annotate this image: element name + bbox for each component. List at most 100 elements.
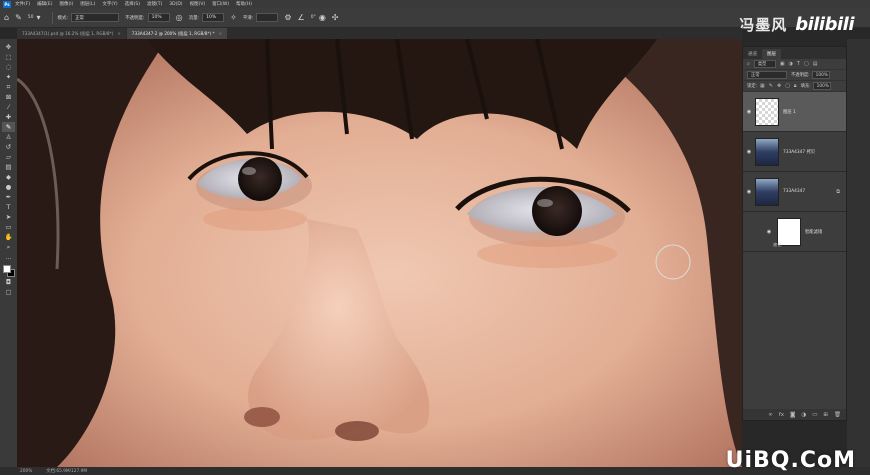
folder-icon[interactable]: ▭	[812, 412, 817, 418]
stamp-tool-icon[interactable]: ♙	[6, 132, 12, 142]
adjustment-filter-icon[interactable]: ◑	[789, 61, 793, 67]
brush-size[interactable]: 50	[28, 15, 34, 20]
layer-row[interactable]: ◉ 733A4347 拷贝	[743, 132, 846, 172]
opacity-field[interactable]: 10%	[147, 13, 170, 22]
hand-tool-icon[interactable]: ✋	[4, 232, 12, 242]
menu-file[interactable]: 文件(F)	[15, 1, 30, 7]
fill-field[interactable]: 100%	[812, 82, 831, 90]
mode-select[interactable]: 正常	[71, 13, 120, 22]
layer-row[interactable]: ◉ 图层 1	[743, 92, 846, 132]
layer-row[interactable]: ◉ 733A4347 ⧉	[743, 172, 846, 212]
smart-filter-row[interactable]: ◉ 智能滤镜 液化	[743, 212, 846, 252]
quick-select-tool-icon[interactable]: ✦	[6, 72, 11, 82]
lock-all-icon[interactable]: 🔒︎	[794, 83, 797, 89]
brush-preset-icon[interactable]: ▾	[37, 13, 41, 22]
watermark-name: 冯墨风	[739, 16, 788, 34]
tab-label: 733A4347(1).psd @ 16.2% (图层 1, RGB/8*)	[22, 30, 114, 36]
menu-3d[interactable]: 3D(D)	[169, 2, 182, 7]
tab-layers[interactable]: 图层	[762, 49, 781, 59]
brush-tool-icon[interactable]: ✎	[2, 122, 15, 132]
menu-bar: Ps 文件(F) 编辑(E) 图像(I) 图层(L) 文字(Y) 选择(S) 滤…	[0, 0, 870, 8]
tools-panel: ✥ ⬚ ◌ ✦ ⌗ ⊠ ⁄ ✚ ✎ ♙ ↺ ▱ ▤ ◆ ● ✒ T ➤ ▭ ✋ …	[0, 39, 17, 467]
angle-value[interactable]: 0°	[311, 15, 316, 20]
home-icon[interactable]: ⌂	[4, 13, 9, 22]
menu-view[interactable]: 视图(V)	[190, 1, 206, 7]
panel-tabs: 通道 图层	[743, 47, 846, 59]
tab-document-2[interactable]: 733A4347-2 @ 200% (图层 1, RGB/8*) * ×	[126, 28, 228, 39]
airbrush-icon[interactable]: ✧	[230, 13, 237, 22]
smart-filter-icon[interactable]: ▤	[813, 61, 818, 67]
marquee-tool-icon[interactable]: ⬚	[5, 52, 11, 62]
screen-mode-icon[interactable]: ▢	[5, 287, 11, 297]
gradient-tool-icon[interactable]: ▤	[5, 162, 11, 172]
photoshop-logo: Ps	[3, 0, 11, 8]
move-tool-icon[interactable]: ✥	[6, 42, 11, 52]
close-icon[interactable]: ×	[219, 31, 223, 36]
photo-canvas[interactable]	[17, 39, 742, 467]
pixel-filter-icon[interactable]: ▣	[780, 61, 785, 67]
eyedropper-tool-icon[interactable]: ⁄	[8, 102, 9, 112]
healing-tool-icon[interactable]: ✚	[6, 112, 11, 122]
eye-icon[interactable]: ◉	[743, 149, 755, 155]
type-filter-icon[interactable]: T	[797, 61, 800, 67]
lock-image-icon[interactable]: ✎	[769, 83, 773, 89]
zoom-tool-icon[interactable]: ⌕	[7, 242, 11, 252]
liquify-filter-name[interactable]: 液化	[773, 242, 781, 248]
history-brush-tool-icon[interactable]: ↺	[6, 142, 11, 152]
opacity-label: 不透明度:	[125, 15, 145, 21]
zoom-level[interactable]: 200%	[20, 469, 32, 474]
foreground-color-swatch[interactable]	[2, 265, 11, 273]
blend-mode-select[interactable]: 正常	[747, 71, 787, 79]
menu-image[interactable]: 图像(I)	[59, 1, 73, 7]
pen-tool-icon[interactable]: ✒	[6, 192, 11, 202]
quick-mask-icon[interactable]: ◘	[6, 277, 11, 287]
mask-icon[interactable]: ◙	[790, 412, 795, 418]
menu-window[interactable]: 窗口(W)	[212, 1, 229, 7]
crop-tool-icon[interactable]: ⌗	[7, 82, 11, 92]
menu-layer[interactable]: 图层(L)	[80, 1, 95, 7]
color-swatches[interactable]	[2, 265, 15, 277]
eye-icon[interactable]: ◉	[743, 189, 755, 195]
eraser-tool-icon[interactable]: ▱	[6, 152, 11, 162]
shape-tool-icon[interactable]: ▭	[5, 222, 11, 232]
menu-type[interactable]: 文字(Y)	[102, 1, 117, 7]
pressure-opacity-icon[interactable]: ◎	[176, 13, 183, 22]
layer-thumbnail	[755, 137, 779, 166]
menu-help[interactable]: 帮助(H)	[236, 1, 252, 7]
blur-tool-icon[interactable]: ◆	[6, 172, 11, 182]
pressure-size-icon[interactable]: ◉	[319, 13, 326, 22]
path-select-tool-icon[interactable]: ➤	[6, 212, 11, 222]
close-icon[interactable]: ×	[117, 31, 121, 36]
lock-position-icon[interactable]: ✥	[777, 83, 781, 89]
brush-tool-icon[interactable]: ✎	[15, 13, 22, 22]
lock-transparent-icon[interactable]: ▦	[760, 83, 765, 89]
smooth-field[interactable]	[256, 13, 279, 22]
symmetry-icon[interactable]: ✣	[332, 13, 339, 22]
frame-tool-icon[interactable]: ⊠	[6, 92, 11, 102]
fx-icon[interactable]: fx	[779, 412, 784, 418]
gear-icon[interactable]: ⚙	[284, 13, 291, 22]
document-size: 文档:65.9M/127.9M	[46, 469, 88, 474]
menu-filter[interactable]: 滤镜(T)	[147, 1, 162, 7]
tab-document-1[interactable]: 733A4347(1).psd @ 16.2% (图层 1, RGB/8*) ×	[17, 28, 126, 39]
eye-icon[interactable]: ◉	[763, 229, 775, 235]
link-icon[interactable]: ∞	[768, 412, 773, 418]
shape-filter-icon[interactable]: ▢	[804, 61, 809, 67]
dodge-tool-icon[interactable]: ●	[6, 182, 12, 192]
layer-opacity-field[interactable]: 100%	[811, 71, 830, 79]
menu-select[interactable]: 选择(S)	[125, 1, 140, 7]
eye-icon[interactable]: ◉	[743, 109, 755, 115]
new-layer-icon[interactable]: ⊞	[823, 412, 828, 418]
tab-properties[interactable]: 通道	[743, 49, 762, 59]
blend-row: 正常 不透明度: 100%	[743, 70, 846, 81]
canvas-area[interactable]	[17, 39, 742, 467]
lasso-tool-icon[interactable]: ◌	[6, 62, 12, 72]
more-tools-icon[interactable]: …	[5, 252, 12, 262]
filter-kind-select[interactable]: 类型	[753, 60, 776, 68]
flow-field[interactable]: 10%	[202, 13, 225, 22]
lock-artboard-icon[interactable]: ▢	[785, 83, 790, 89]
adjustment-icon[interactable]: ◑	[801, 412, 806, 418]
menu-edit[interactable]: 编辑(E)	[37, 1, 52, 7]
trash-icon[interactable]: 🗑︎	[834, 412, 841, 418]
type-tool-icon[interactable]: T	[7, 202, 11, 212]
